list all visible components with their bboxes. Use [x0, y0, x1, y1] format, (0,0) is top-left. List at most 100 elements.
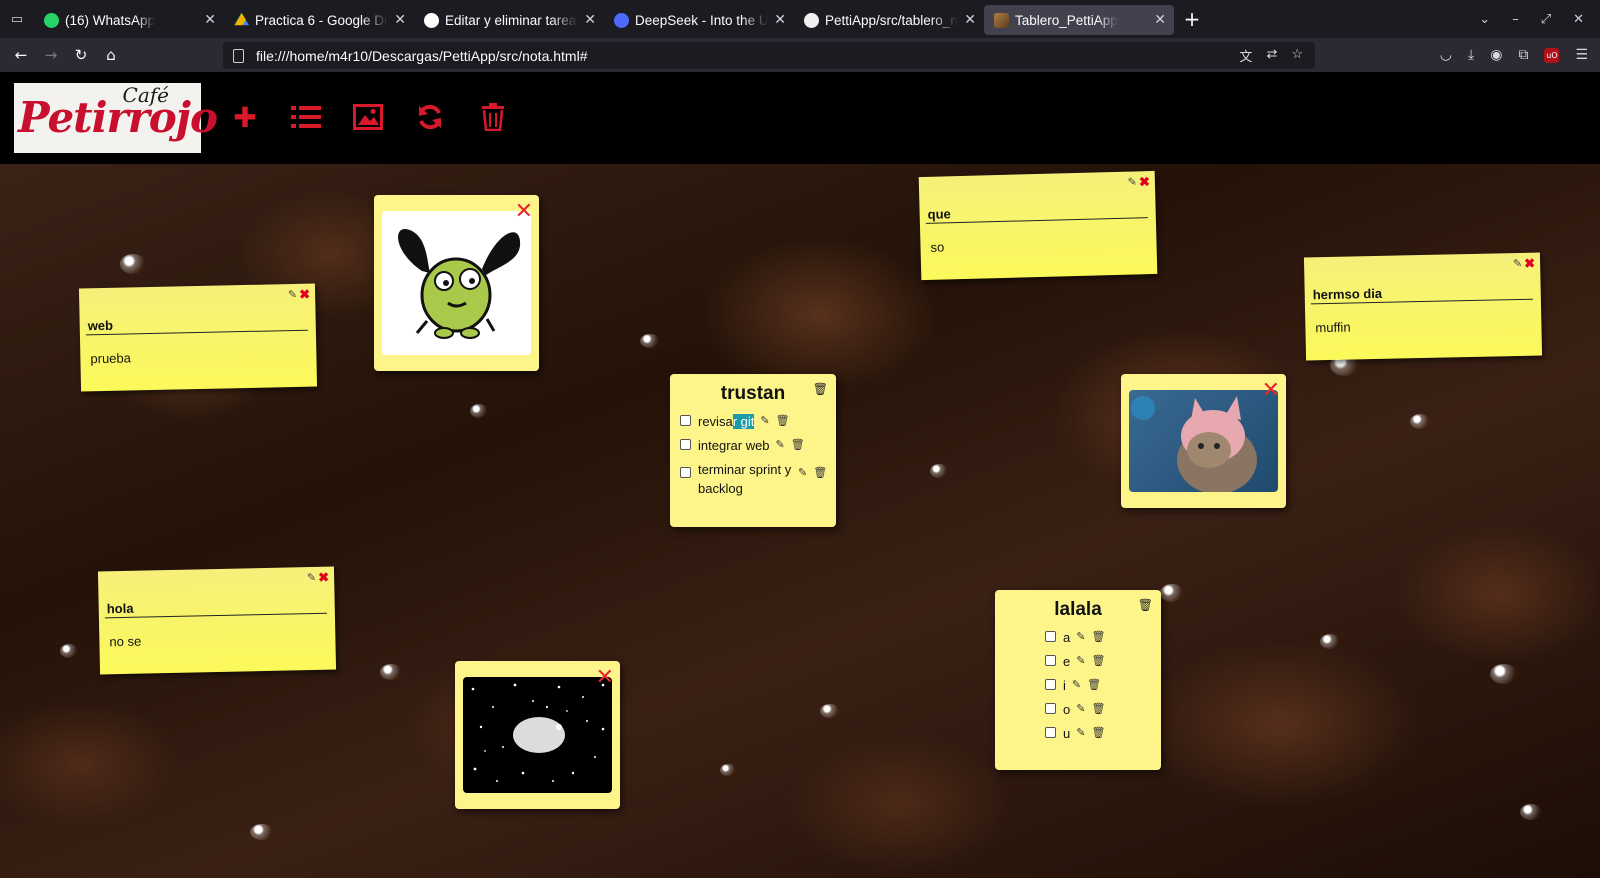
- pencil-icon[interactable]: ✎: [1076, 702, 1085, 715]
- note-title[interactable]: que: [927, 206, 951, 222]
- trash-icon[interactable]: 🗑: [1087, 678, 1101, 691]
- pencil-icon[interactable]: ✎: [288, 288, 297, 301]
- item-text[interactable]: u: [1063, 724, 1070, 743]
- note-title[interactable]: hola: [107, 601, 134, 617]
- trash-icon[interactable]: 🗑: [813, 466, 827, 479]
- close-icon[interactable]: ✖: [318, 570, 329, 586]
- item-text[interactable]: integrar web: [698, 436, 770, 455]
- pencil-icon[interactable]: ✎: [1072, 678, 1081, 691]
- trash-icon[interactable]: 🗑: [776, 414, 790, 427]
- url-text[interactable]: file:///home/m4r10/Descargas/PettiApp/sr…: [256, 48, 587, 64]
- menu-icon[interactable]: ☰: [1575, 47, 1588, 63]
- tab-whatsapp[interactable]: (16) WhatsApp ✕: [34, 5, 224, 35]
- note-title[interactable]: web: [88, 318, 114, 334]
- list-item[interactable]: e ✎ 🗑: [1045, 652, 1105, 671]
- pencil-icon[interactable]: ✎: [1076, 630, 1085, 643]
- item-checkbox[interactable]: [680, 439, 691, 450]
- pencil-icon[interactable]: ✎: [307, 571, 316, 584]
- list-item[interactable]: integrar web ✎ 🗑: [680, 436, 805, 455]
- restore-icon[interactable]: ⤢: [1541, 12, 1551, 27]
- list-item[interactable]: u ✎ 🗑: [1045, 724, 1105, 743]
- new-tab-button[interactable]: +: [1174, 4, 1210, 34]
- trash-icon[interactable]: 🗑: [1091, 654, 1105, 667]
- reload-button[interactable]: ↻: [66, 40, 96, 70]
- item-checkbox[interactable]: [1045, 655, 1056, 666]
- list-title[interactable]: trustan: [670, 383, 836, 405]
- close-icon[interactable]: ✕: [596, 667, 614, 689]
- sticky-note-web[interactable]: ✎ ✖ web prueba: [78, 283, 318, 392]
- tab-editar-tareas[interactable]: Editar y eliminar tareas ✕: [414, 5, 604, 35]
- close-icon[interactable]: ✕: [774, 11, 786, 28]
- close-icon[interactable]: ✕: [204, 11, 216, 28]
- note-body[interactable]: no se: [109, 634, 141, 650]
- item-text[interactable]: i: [1063, 676, 1066, 695]
- item-checkbox[interactable]: [1045, 727, 1056, 738]
- item-text[interactable]: e: [1063, 652, 1070, 671]
- item-text[interactable]: revisar git: [698, 412, 755, 431]
- extensions-icon[interactable]: ⧉: [1518, 47, 1528, 63]
- trash-icon[interactable]: 🗑: [1091, 726, 1105, 739]
- minimize-icon[interactable]: –: [1512, 12, 1519, 27]
- sticky-note-hola[interactable]: ✎ ✖ hola no se: [97, 566, 337, 675]
- item-checkbox[interactable]: [1045, 679, 1056, 690]
- item-text[interactable]: o: [1063, 700, 1070, 719]
- image-card-space[interactable]: ✕: [455, 661, 620, 809]
- tab-tablero-pettiapp[interactable]: Tablero_PettiApp ✕: [984, 5, 1174, 35]
- url-bar[interactable]: file:///home/m4r10/Descargas/PettiApp/sr…: [223, 42, 1315, 69]
- pencil-icon[interactable]: ✎: [1513, 257, 1522, 270]
- firefox-view-button[interactable]: ▭: [0, 0, 34, 38]
- trash-icon[interactable]: 🗑: [1138, 598, 1153, 612]
- close-icon[interactable]: ✖: [299, 287, 310, 303]
- close-icon[interactable]: ✕: [1262, 380, 1280, 402]
- pencil-icon[interactable]: ✎: [798, 466, 807, 479]
- close-icon[interactable]: ✕: [964, 11, 976, 28]
- trash-icon[interactable]: 🗑: [791, 438, 805, 451]
- list-item[interactable]: revisar git ✎ 🗑: [680, 412, 790, 431]
- image-card-cartoon[interactable]: ✕: [374, 195, 539, 371]
- forward-button[interactable]: →: [36, 40, 66, 70]
- close-icon[interactable]: ✕: [394, 11, 406, 28]
- pocket-icon[interactable]: ◡: [1440, 47, 1452, 63]
- close-icon[interactable]: ✕: [515, 201, 533, 223]
- tab-list-chevron-icon[interactable]: ⌄: [1479, 12, 1490, 27]
- task-list-trustan[interactable]: trustan 🗑 revisar git ✎ 🗑 integrar web ✎…: [670, 374, 836, 527]
- trash-icon[interactable]: 🗑: [813, 382, 828, 396]
- note-body[interactable]: muffin: [1315, 320, 1350, 336]
- close-icon[interactable]: ✖: [1524, 256, 1535, 272]
- close-window-icon[interactable]: ✕: [1573, 12, 1584, 27]
- tab-google-drive[interactable]: Practica 6 - Google Drive ✕: [224, 5, 414, 35]
- back-button[interactable]: ←: [6, 40, 36, 70]
- translate-page-icon[interactable]: ⇄: [1266, 46, 1277, 65]
- trash-icon[interactable]: 🗑: [1091, 630, 1105, 643]
- image-card-cat[interactable]: ✕: [1121, 374, 1286, 508]
- add-list-button[interactable]: [290, 102, 322, 132]
- note-body[interactable]: prueba: [90, 350, 131, 366]
- list-title[interactable]: lalala: [995, 599, 1161, 621]
- download-icon[interactable]: ⤓: [1468, 47, 1474, 63]
- add-note-button[interactable]: ✚: [229, 101, 261, 134]
- refresh-button[interactable]: [414, 102, 446, 132]
- item-checkbox[interactable]: [680, 415, 691, 426]
- translate-icon[interactable]: 文: [1239, 46, 1252, 65]
- add-image-button[interactable]: [352, 102, 384, 132]
- pencil-icon[interactable]: ✎: [1128, 175, 1138, 188]
- item-checkbox[interactable]: [1045, 703, 1056, 714]
- tab-deepseek[interactable]: DeepSeek - Into the Unknown ✕: [604, 5, 794, 35]
- home-button[interactable]: ⌂: [96, 40, 126, 70]
- account-icon[interactable]: ◉: [1490, 47, 1502, 63]
- list-item[interactable]: i ✎ 🗑: [1045, 676, 1101, 695]
- item-text[interactable]: a: [1063, 628, 1070, 647]
- bookmark-star-icon[interactable]: ☆: [1291, 46, 1303, 65]
- list-item[interactable]: a ✎ 🗑: [1045, 628, 1105, 647]
- delete-all-button[interactable]: [477, 102, 509, 132]
- note-body[interactable]: so: [930, 239, 944, 254]
- item-checkbox[interactable]: [680, 467, 691, 478]
- list-item[interactable]: terminar sprint y backlog ✎ 🗑: [680, 460, 830, 498]
- task-list-lalala[interactable]: lalala 🗑 a ✎ 🗑 e ✎ 🗑 i ✎ 🗑 o ✎ 🗑 u ✎ 🗑: [995, 590, 1161, 770]
- sticky-note-que[interactable]: ✎ ✖ que so: [918, 170, 1158, 281]
- trash-icon[interactable]: 🗑: [1091, 702, 1105, 715]
- pencil-icon[interactable]: ✎: [1076, 726, 1085, 739]
- ublock-icon[interactable]: uO: [1544, 47, 1560, 63]
- pencil-icon[interactable]: ✎: [760, 414, 769, 427]
- tab-github[interactable]: PettiApp/src/tablero_n ✕: [794, 5, 984, 35]
